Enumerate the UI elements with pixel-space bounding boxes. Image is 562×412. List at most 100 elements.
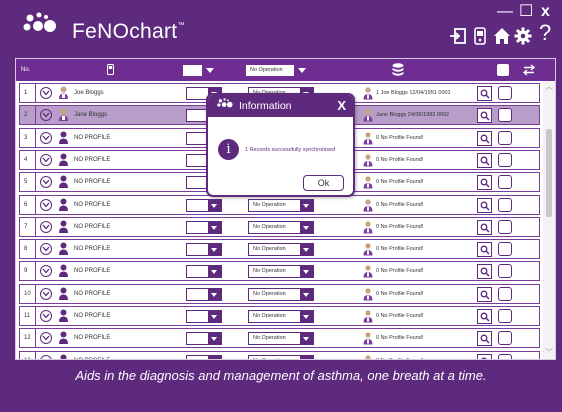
sync-toggle-icon[interactable] [523, 64, 535, 76]
table-row[interactable]: 6 NO PROFILE No Operation 0 No Profile Foun… [19, 194, 540, 215]
row-checkbox[interactable] [498, 130, 512, 145]
search-icon[interactable] [477, 152, 492, 168]
ok-button[interactable]: Ok [303, 175, 344, 191]
search-icon[interactable] [477, 264, 492, 280]
expand-row-icon[interactable] [40, 176, 52, 189]
search-icon[interactable] [477, 197, 492, 213]
search-icon[interactable] [477, 108, 492, 124]
row-checkbox[interactable] [498, 353, 512, 359]
chevron-down-icon[interactable] [208, 333, 221, 345]
chevron-down-icon[interactable] [300, 199, 313, 211]
chevron-down-icon[interactable] [300, 355, 313, 359]
row-checkbox[interactable] [498, 86, 512, 100]
search-icon[interactable] [477, 331, 492, 347]
row-operation-dropdown[interactable]: No Operation [248, 310, 314, 323]
table-row[interactable]: 12 NO PROFILE No Operation 0 No Profile Fou… [19, 328, 540, 349]
row-checkbox[interactable] [498, 242, 512, 257]
row-operation-dropdown[interactable]: No Operation [248, 332, 314, 346]
home-icon[interactable] [493, 27, 511, 45]
row-operation-dropdown[interactable]: No Operation [248, 265, 314, 279]
chevron-down-icon[interactable] [300, 221, 313, 233]
table-row[interactable]: 9 NO PROFILE No Operation 0 No Profile Foun… [19, 261, 540, 282]
table-row[interactable]: 8 NO PROFILE No Operation 0 No Profile Foun… [19, 239, 540, 260]
row-select-dropdown[interactable] [186, 198, 222, 212]
row-checkbox[interactable] [498, 108, 512, 123]
vertical-scrollbar[interactable]: ︿ ﹀ [543, 81, 555, 359]
scroll-down-icon[interactable]: ﹀ [545, 347, 553, 358]
search-icon[interactable] [477, 219, 492, 235]
chevron-down-icon[interactable] [206, 68, 214, 74]
chevron-down-icon[interactable] [208, 288, 221, 300]
chevron-down-icon[interactable] [208, 266, 221, 278]
row-checkbox[interactable] [498, 264, 512, 279]
chevron-down-icon[interactable] [300, 266, 313, 278]
chevron-down-icon[interactable] [208, 221, 221, 233]
table-row[interactable]: 11 NO PROFILE No Operation 0 No Profile Fou… [19, 306, 540, 326]
device-icon[interactable] [474, 27, 486, 45]
dialog-close-button[interactable]: X [337, 98, 346, 113]
search-icon[interactable] [477, 175, 492, 191]
search-icon[interactable] [477, 86, 492, 101]
scrollbar-thumb[interactable] [546, 129, 552, 217]
logout-icon[interactable] [449, 27, 467, 45]
expand-row-icon[interactable] [40, 354, 52, 359]
row-operation-dropdown[interactable]: No Operation [248, 220, 314, 234]
table-row[interactable]: 10 NO PROFILE No Operation 0 No Profile Fou… [19, 283, 540, 304]
row-select-dropdown[interactable] [186, 265, 222, 279]
row-operation-dropdown[interactable]: No Operation [248, 243, 314, 257]
expand-row-icon[interactable] [40, 243, 52, 256]
expand-row-icon[interactable] [40, 109, 52, 122]
row-checkbox[interactable] [498, 219, 512, 234]
row-checkbox[interactable] [498, 309, 512, 323]
row-operation-dropdown[interactable]: No Operation [248, 354, 314, 359]
maximize-button[interactable]: ☐ [519, 4, 533, 20]
row-operation-dropdown[interactable]: No Operation [248, 198, 314, 212]
row-checkbox[interactable] [498, 197, 512, 212]
scroll-up-icon[interactable]: ︿ [545, 81, 553, 92]
chevron-down-icon[interactable] [300, 333, 313, 345]
search-icon[interactable] [477, 242, 492, 258]
expand-row-icon[interactable] [40, 310, 52, 322]
table-row[interactable]: 7 NO PROFILE No Operation 0 No Profile Foun… [19, 216, 540, 237]
expand-row-icon[interactable] [40, 87, 52, 99]
expand-row-icon[interactable] [40, 332, 52, 345]
chevron-down-icon[interactable] [208, 355, 221, 359]
expand-row-icon[interactable] [40, 287, 52, 300]
minimize-button[interactable]: — [497, 4, 513, 20]
row-select-dropdown[interactable] [186, 287, 222, 301]
expand-row-icon[interactable] [40, 131, 52, 144]
search-icon[interactable] [477, 286, 492, 302]
row-number: 13 [24, 358, 31, 359]
expand-row-icon[interactable] [40, 265, 52, 278]
row-operation-dropdown[interactable]: No Operation [248, 287, 314, 301]
row-select-dropdown[interactable] [186, 354, 222, 359]
header-operation-filter[interactable]: No Operation [246, 65, 294, 76]
search-icon[interactable] [477, 309, 492, 324]
select-all-checkbox[interactable] [497, 64, 509, 76]
chevron-down-icon[interactable] [208, 311, 221, 322]
row-select-dropdown[interactable] [186, 310, 222, 323]
row-select-dropdown[interactable] [186, 220, 222, 234]
help-icon[interactable]: ? [539, 22, 551, 44]
row-checkbox[interactable] [498, 175, 512, 190]
chevron-down-icon[interactable] [208, 244, 221, 256]
row-checkbox[interactable] [498, 152, 512, 167]
chevron-down-icon[interactable] [300, 311, 313, 322]
chevron-down-icon[interactable] [208, 199, 221, 211]
row-select-dropdown[interactable] [186, 243, 222, 257]
chevron-down-icon[interactable] [300, 288, 313, 300]
settings-icon[interactable] [514, 27, 532, 45]
search-icon[interactable] [477, 353, 492, 359]
search-icon[interactable] [477, 130, 492, 146]
row-checkbox[interactable] [498, 331, 512, 346]
chevron-down-icon[interactable] [300, 244, 313, 256]
row-checkbox[interactable] [498, 286, 512, 301]
expand-row-icon[interactable] [40, 220, 52, 233]
expand-row-icon[interactable] [40, 153, 52, 166]
table-row[interactable]: 13 NO PROFILE No Operation 0 No Profile Fou… [19, 350, 540, 359]
expand-row-icon[interactable] [40, 198, 52, 211]
close-button[interactable]: x [541, 4, 550, 20]
chevron-down-icon[interactable] [298, 68, 306, 74]
header-select-all-dropdown[interactable] [183, 65, 202, 76]
row-select-dropdown[interactable] [186, 332, 222, 346]
